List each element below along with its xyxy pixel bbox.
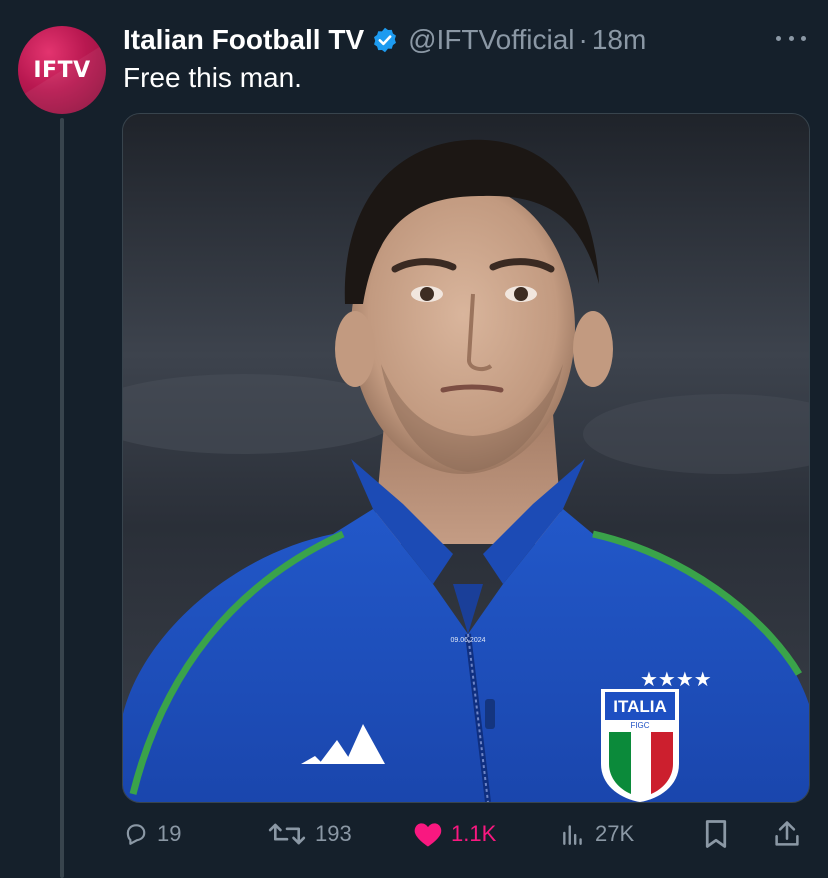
thread-line	[60, 118, 64, 878]
views-count: 27K	[595, 821, 635, 846]
tweet-header: Italian Football TV @IFTVofficial · 18m	[123, 22, 646, 58]
reply-count: 19	[157, 821, 182, 846]
tweet-text: Free this man.	[123, 62, 302, 93]
timestamp[interactable]: 18m	[592, 24, 646, 56]
bookmark-button[interactable]	[703, 812, 729, 856]
retweet-button[interactable]: 193	[267, 812, 352, 856]
more-options-icon[interactable]	[776, 28, 806, 48]
crest-subtext: FIGC	[630, 721, 649, 730]
avatar-logo-text: IFTV	[33, 57, 91, 83]
svg-text:★★★★: ★★★★	[640, 667, 712, 691]
separator-dot: ·	[578, 24, 588, 55]
share-button[interactable]	[773, 812, 801, 856]
like-button[interactable]: 1.1K	[413, 812, 496, 856]
retweet-icon	[268, 823, 306, 845]
avatar[interactable]: IFTV	[18, 26, 106, 114]
shirt-date: 09.06.2024	[450, 637, 485, 644]
verified-badge-icon	[371, 26, 399, 54]
retweet-count: 193	[315, 821, 352, 846]
display-name[interactable]: Italian Football TV	[123, 24, 364, 56]
crest-text: ITALIA	[613, 697, 667, 716]
handle[interactable]: @IFTVofficial	[408, 24, 574, 56]
bookmark-icon	[705, 820, 727, 848]
reply-icon	[126, 824, 146, 845]
reply-button[interactable]: 19	[123, 812, 181, 856]
views-icon	[563, 825, 582, 845]
share-icon	[775, 821, 799, 846]
tweet-media-photo[interactable]: ★★★★ ITALIA FIGC 09.06.2024	[122, 113, 810, 803]
tweet-actions: 19 193 1.1K 27K	[123, 812, 813, 856]
like-count: 1.1K	[451, 821, 497, 846]
views-button[interactable]: 27K	[559, 812, 634, 856]
heart-icon	[414, 823, 442, 847]
